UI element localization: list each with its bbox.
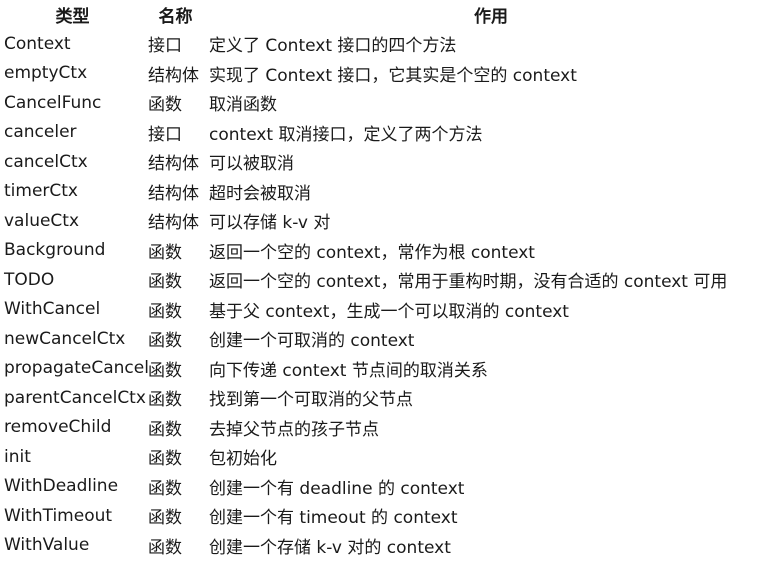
desc-cell: 返回一个空的 context，常用于重构时期，没有合适的 context 可用 bbox=[209, 272, 728, 293]
type-cell: Background bbox=[4, 240, 106, 261]
type-cell: TODO bbox=[4, 269, 55, 290]
type-cell: WithCancel bbox=[4, 299, 101, 320]
table-row: timerCtx 结构体 超时会被取消 bbox=[0, 177, 776, 207]
name-cell: 接口 bbox=[148, 124, 182, 145]
type-cell: Context bbox=[4, 33, 71, 54]
table-row: emptyCtx 结构体 实现了 Context 接口，它其实是个空的 cont… bbox=[0, 59, 776, 89]
name-cell: 函数 bbox=[148, 301, 182, 322]
type-cell: WithValue bbox=[4, 535, 90, 556]
table-row: WithTimeout 函数 创建一个有 timeout 的 context bbox=[0, 501, 776, 531]
name-cell: 结构体 bbox=[148, 213, 199, 234]
table-row: WithCancel 函数 基于父 context，生成一个可以取消的 cont… bbox=[0, 295, 776, 325]
name-cell: 函数 bbox=[148, 331, 182, 352]
desc-cell: 可以存储 k-v 对 bbox=[209, 213, 331, 234]
type-cell: emptyCtx bbox=[4, 63, 88, 84]
desc-cell: context 取消接口，定义了两个方法 bbox=[209, 124, 483, 145]
name-cell: 函数 bbox=[148, 537, 182, 558]
table-row: cancelCtx 结构体 可以被取消 bbox=[0, 147, 776, 177]
name-cell: 函数 bbox=[148, 272, 182, 293]
table-row: CancelFunc 函数 取消函数 bbox=[0, 88, 776, 118]
table-row: valueCtx 结构体 可以存储 k-v 对 bbox=[0, 206, 776, 236]
desc-cell: 向下传递 context 节点间的取消关系 bbox=[209, 360, 488, 381]
name-cell: 函数 bbox=[148, 449, 182, 470]
table-row: WithValue 函数 创建一个存储 k-v 对的 context bbox=[0, 531, 776, 561]
table-row: removeChild 函数 去掉父节点的孩子节点 bbox=[0, 413, 776, 443]
type-cell: propagateCancel bbox=[4, 358, 149, 379]
desc-cell: 基于父 context，生成一个可以取消的 context bbox=[209, 301, 569, 322]
table-row: Background 函数 返回一个空的 context，常作为根 contex… bbox=[0, 236, 776, 266]
type-cell: WithTimeout bbox=[4, 505, 113, 526]
desc-cell: 定义了 Context 接口的四个方法 bbox=[209, 36, 457, 57]
desc-cell: 创建一个可取消的 context bbox=[209, 331, 415, 352]
type-cell: newCancelCtx bbox=[4, 328, 126, 349]
table-row: WithDeadline 函数 创建一个有 deadline 的 context bbox=[0, 472, 776, 502]
table-row: Context 接口 定义了 Context 接口的四个方法 bbox=[0, 29, 776, 59]
desc-cell: 取消函数 bbox=[209, 95, 277, 116]
desc-cell: 包初始化 bbox=[209, 449, 277, 470]
table-row: TODO 函数 返回一个空的 context，常用于重构时期，没有合适的 con… bbox=[0, 265, 776, 295]
table-row: newCancelCtx 函数 创建一个可取消的 context bbox=[0, 324, 776, 354]
desc-cell: 创建一个有 deadline 的 context bbox=[209, 478, 465, 499]
column-header-type: 类型 bbox=[55, 7, 90, 27]
desc-cell: 找到第一个可取消的父节点 bbox=[209, 390, 413, 411]
name-cell: 结构体 bbox=[148, 154, 199, 175]
column-header-name: 名称 bbox=[158, 7, 193, 27]
type-cell: WithDeadline bbox=[4, 476, 119, 497]
type-cell: canceler bbox=[4, 122, 77, 143]
column-header-desc: 作用 bbox=[474, 7, 508, 27]
desc-cell: 返回一个空的 context，常作为根 context bbox=[209, 242, 535, 263]
desc-cell: 去掉父节点的孩子节点 bbox=[209, 419, 379, 440]
desc-cell: 创建一个有 timeout 的 context bbox=[209, 508, 458, 529]
type-cell: init bbox=[4, 446, 31, 467]
desc-cell: 创建一个存储 k-v 对的 context bbox=[209, 537, 451, 558]
name-cell: 函数 bbox=[148, 360, 182, 381]
name-cell: 函数 bbox=[148, 508, 182, 529]
name-cell: 函数 bbox=[148, 95, 182, 116]
name-cell: 函数 bbox=[148, 242, 182, 263]
name-cell: 函数 bbox=[148, 419, 182, 440]
context-table: 类型 名称 作用 Context 接口 定义了 Context 接口的四个方法 … bbox=[0, 0, 776, 560]
name-cell: 函数 bbox=[148, 390, 182, 411]
table-header-row: 类型 名称 作用 bbox=[0, 0, 776, 29]
name-cell: 结构体 bbox=[148, 183, 199, 204]
desc-cell: 实现了 Context 接口，它其实是个空的 context bbox=[209, 65, 577, 86]
table-row: canceler 接口 context 取消接口，定义了两个方法 bbox=[0, 118, 776, 148]
type-cell: valueCtx bbox=[4, 210, 80, 231]
name-cell: 结构体 bbox=[148, 65, 199, 86]
table-row: init 函数 包初始化 bbox=[0, 442, 776, 472]
type-cell: timerCtx bbox=[4, 181, 78, 202]
name-cell: 接口 bbox=[148, 36, 182, 57]
desc-cell: 可以被取消 bbox=[209, 154, 294, 175]
desc-cell: 超时会被取消 bbox=[209, 183, 311, 204]
name-cell: 函数 bbox=[148, 478, 182, 499]
type-cell: CancelFunc bbox=[4, 92, 102, 113]
table-row: parentCancelCtx 函数 找到第一个可取消的父节点 bbox=[0, 383, 776, 413]
type-cell: cancelCtx bbox=[4, 151, 88, 172]
type-cell: removeChild bbox=[4, 417, 112, 438]
type-cell: parentCancelCtx bbox=[4, 387, 146, 408]
table-row: propagateCancel 函数 向下传递 context 节点间的取消关系 bbox=[0, 354, 776, 384]
